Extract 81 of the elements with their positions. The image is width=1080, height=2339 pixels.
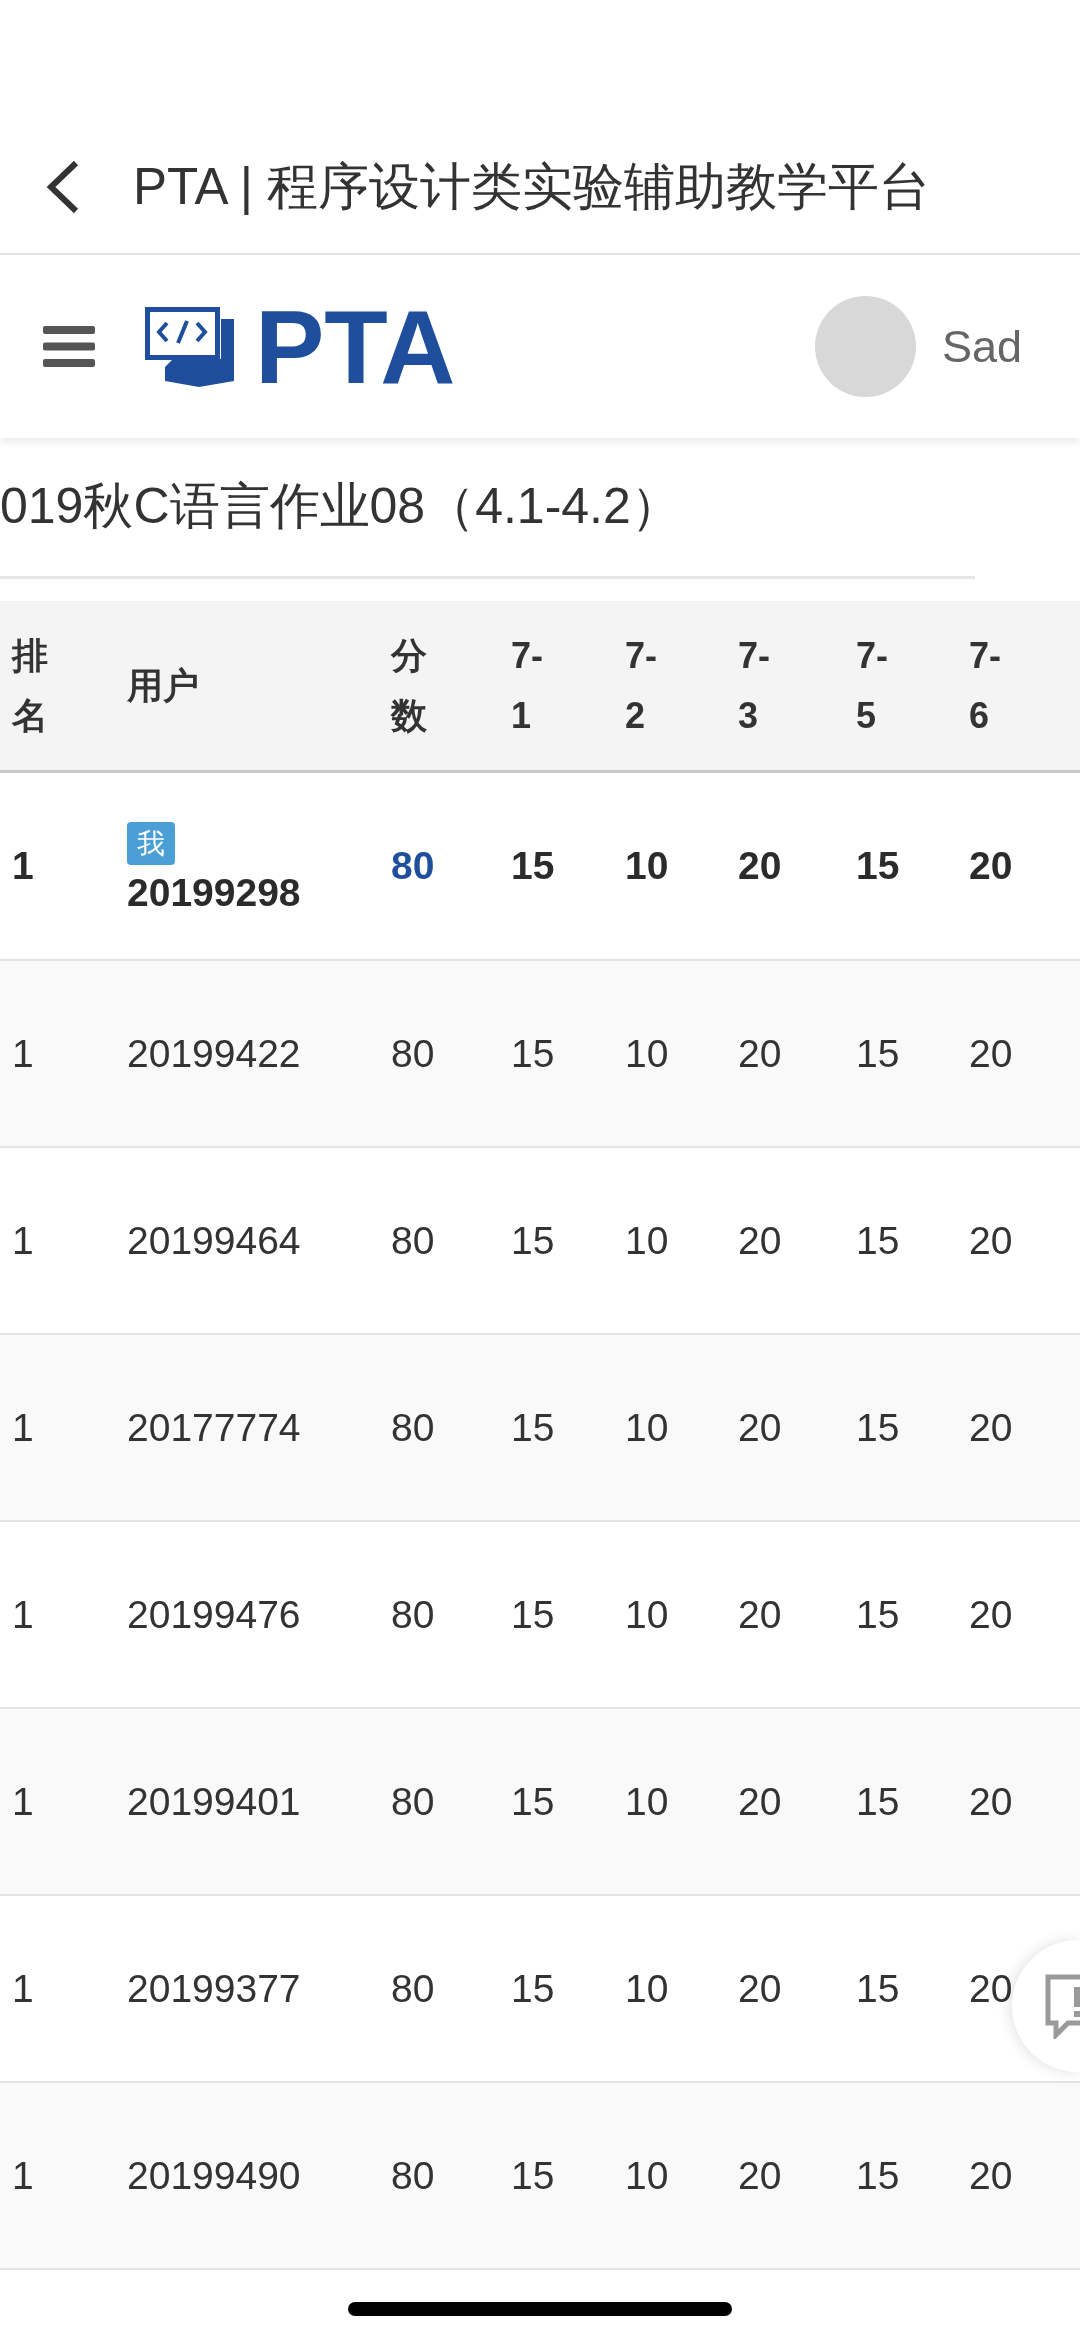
- table-cell: 80: [391, 1592, 435, 1636]
- table-cell: 80: [391, 1405, 435, 1449]
- table-cell: 10: [625, 1031, 669, 1075]
- table-cell: 10: [625, 1779, 669, 1823]
- me-badge: 我: [127, 821, 175, 865]
- table-cell: 20199401: [127, 1779, 301, 1823]
- table-cell: 15: [511, 1405, 555, 1449]
- table-cell: 15: [511, 844, 555, 887]
- table-cell: 15: [511, 1592, 555, 1636]
- table-cell: 15: [856, 1966, 900, 2010]
- table-cell: 20199377: [127, 1966, 301, 2010]
- table-cell: 15: [511, 2153, 555, 2197]
- code-bubble-icon[interactable]: [145, 306, 235, 387]
- table-cell: 10: [625, 1966, 669, 2010]
- table-cell: 20: [969, 1966, 1013, 2010]
- table-cell: 15: [856, 2153, 900, 2197]
- page-title: PTA | 程序设计类实验辅助教学平台: [133, 156, 931, 217]
- table-cell: 15: [856, 1779, 900, 1823]
- table-cell: 10: [625, 1592, 669, 1636]
- column-header: 7-2: [625, 633, 658, 738]
- table-cell: 20: [738, 1966, 782, 2010]
- table-cell: 20177774: [127, 1405, 301, 1449]
- table-cell: 20: [969, 1031, 1013, 1075]
- table-cell: 15: [856, 1405, 900, 1449]
- table-cell: 80: [391, 1218, 435, 1262]
- table-cell: 15: [511, 1966, 555, 2010]
- table-cell: 20199298: [127, 870, 301, 915]
- table-cell: 1: [12, 844, 34, 887]
- table-cell: 15: [856, 1031, 900, 1075]
- table-cell: 10: [625, 2153, 669, 2197]
- table-cell: 15: [511, 1218, 555, 1262]
- user-name[interactable]: Sad: [941, 320, 1022, 373]
- table-cell: 15: [511, 1779, 555, 1823]
- table-cell: 20: [738, 1405, 782, 1449]
- table-cell: 10: [625, 1405, 669, 1449]
- table-cell: 20: [738, 1592, 782, 1636]
- table-cell: 20: [738, 2153, 782, 2197]
- menu-icon[interactable]: [43, 326, 95, 367]
- assignment-title: 019秋C语言作业08（4.1-4.2）: [0, 478, 681, 534]
- table-cell: 20: [738, 844, 782, 887]
- back-icon[interactable]: [45, 159, 81, 215]
- table-cell: 20199422: [127, 1031, 301, 1075]
- table-cell: 1: [12, 2153, 34, 2197]
- table-cell: 20199464: [127, 1218, 301, 1262]
- table-cell: 20: [738, 1031, 782, 1075]
- table-cell: 20: [969, 844, 1013, 887]
- column-header: 7-1: [511, 633, 544, 738]
- column-header: 7-6: [969, 633, 1002, 738]
- table-cell: 80: [391, 844, 435, 887]
- table-cell: 20: [969, 2153, 1013, 2197]
- table-cell: 15: [856, 1218, 900, 1262]
- column-header: 7-3: [738, 633, 771, 738]
- table-cell: 20: [969, 1405, 1013, 1449]
- table-cell: 1: [12, 1218, 34, 1262]
- table-cell: 80: [391, 2153, 435, 2197]
- table-cell: 20: [969, 1592, 1013, 1636]
- table-cell: 20: [969, 1779, 1013, 1823]
- table-cell: 80: [391, 1966, 435, 2010]
- table-cell: 1: [12, 1779, 34, 1823]
- table-cell: 15: [511, 1031, 555, 1075]
- table-cell: 15: [856, 1592, 900, 1636]
- column-header: 分数: [391, 633, 428, 738]
- speech-bubble-icon: [1045, 1973, 1080, 2039]
- table-cell: 80: [391, 1031, 435, 1075]
- column-header: 7-5: [856, 633, 889, 738]
- table-cell: 20: [738, 1779, 782, 1823]
- table-cell: 10: [625, 844, 669, 887]
- table-cell: 1: [12, 1405, 34, 1449]
- table-cell: 1: [12, 1031, 34, 1075]
- table-cell: 20199490: [127, 2153, 301, 2197]
- table-cell: 1: [12, 1966, 34, 2010]
- table-cell: 20199476: [127, 1592, 301, 1636]
- table-cell: 1: [12, 1592, 34, 1636]
- table-cell: 15: [856, 844, 900, 887]
- table-cell: 20: [969, 1218, 1013, 1262]
- column-header: 用户: [127, 663, 199, 708]
- table-cell: 80: [391, 1779, 435, 1823]
- table-cell: 10: [625, 1218, 669, 1262]
- column-header: 排名: [12, 633, 49, 738]
- table-cell: 20: [738, 1218, 782, 1262]
- logo-text[interactable]: PTA: [255, 294, 456, 399]
